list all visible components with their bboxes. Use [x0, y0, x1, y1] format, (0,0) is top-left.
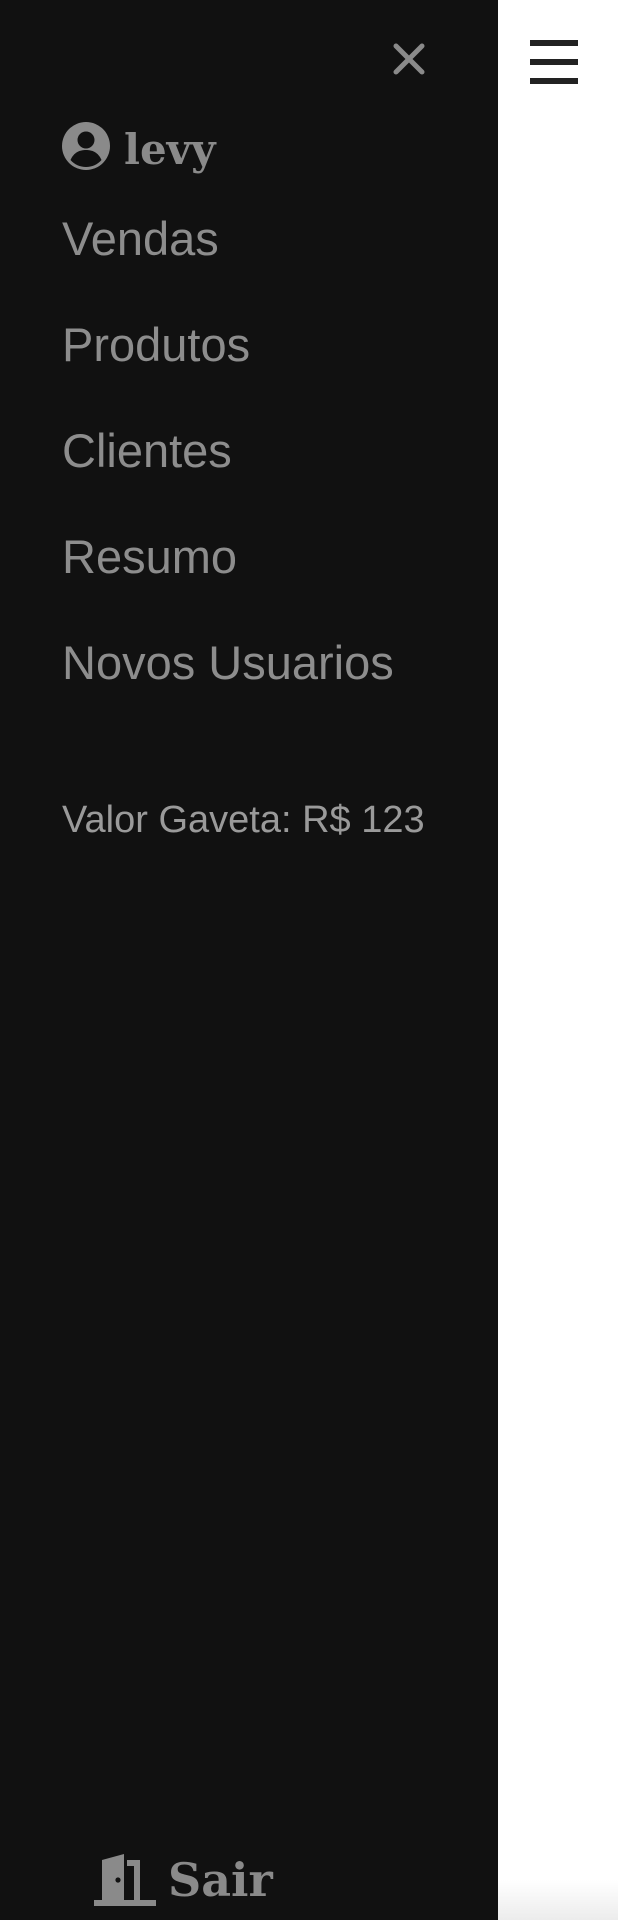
logout-label: Sair [168, 1853, 273, 1907]
drawer-cash-value: Valor Gaveta: R$ 123 [62, 799, 425, 841]
close-icon [393, 43, 425, 75]
hamburger-menu-button[interactable] [530, 40, 584, 84]
side-drawer: levy Vendas Produtos Clientes Resumo Nov… [0, 0, 498, 1920]
nav-item-clientes[interactable]: Clientes [62, 420, 394, 526]
user-profile: levy [62, 116, 216, 176]
nav-item-produtos[interactable]: Produtos [62, 314, 394, 420]
logout-button[interactable]: Sair [94, 1852, 273, 1908]
door-exit-icon [94, 1854, 156, 1906]
content-bottom-shade [498, 1880, 618, 1920]
nav-item-resumo[interactable]: Resumo [62, 526, 394, 632]
user-circle-icon [62, 122, 110, 170]
hamburger-menu-icon [530, 40, 578, 46]
drawer-nav: Vendas Produtos Clientes Resumo Novos Us… [62, 208, 394, 738]
nav-item-novos-usuarios[interactable]: Novos Usuarios [62, 632, 394, 738]
close-button[interactable] [386, 36, 432, 82]
user-name: levy [124, 125, 216, 174]
nav-item-vendas[interactable]: Vendas [62, 208, 394, 314]
